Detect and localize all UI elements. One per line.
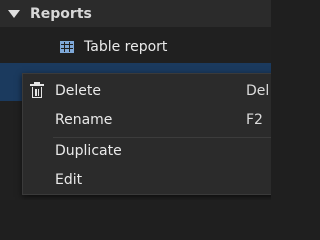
menu-item-duplicate[interactable]: Duplicate <box>23 137 271 165</box>
menu-item-delete[interactable]: Delete Del <box>23 77 271 105</box>
tree-item-label: Table report <box>84 38 168 55</box>
app-window: Reports Table report Delete Del Rename F… <box>0 0 271 200</box>
table-icon <box>60 40 74 53</box>
section-title: Reports <box>30 5 92 22</box>
menu-item-shortcut: F2 <box>246 112 263 128</box>
tree-item-table-report[interactable]: Table report <box>0 30 271 63</box>
menu-item-rename[interactable]: Rename F2 <box>23 106 271 134</box>
menu-item-label: Delete <box>55 83 101 99</box>
reports-section-header[interactable]: Reports <box>0 0 271 27</box>
menu-item-label: Rename <box>55 112 113 128</box>
menu-item-edit[interactable]: Edit <box>23 166 271 194</box>
menu-item-label: Edit <box>55 172 83 188</box>
context-menu: Delete Del Rename F2 Duplicate Edit <box>22 73 271 195</box>
menu-item-label: Duplicate <box>55 143 122 159</box>
menu-item-shortcut: Del <box>246 83 270 99</box>
caret-down-icon[interactable] <box>8 9 20 18</box>
